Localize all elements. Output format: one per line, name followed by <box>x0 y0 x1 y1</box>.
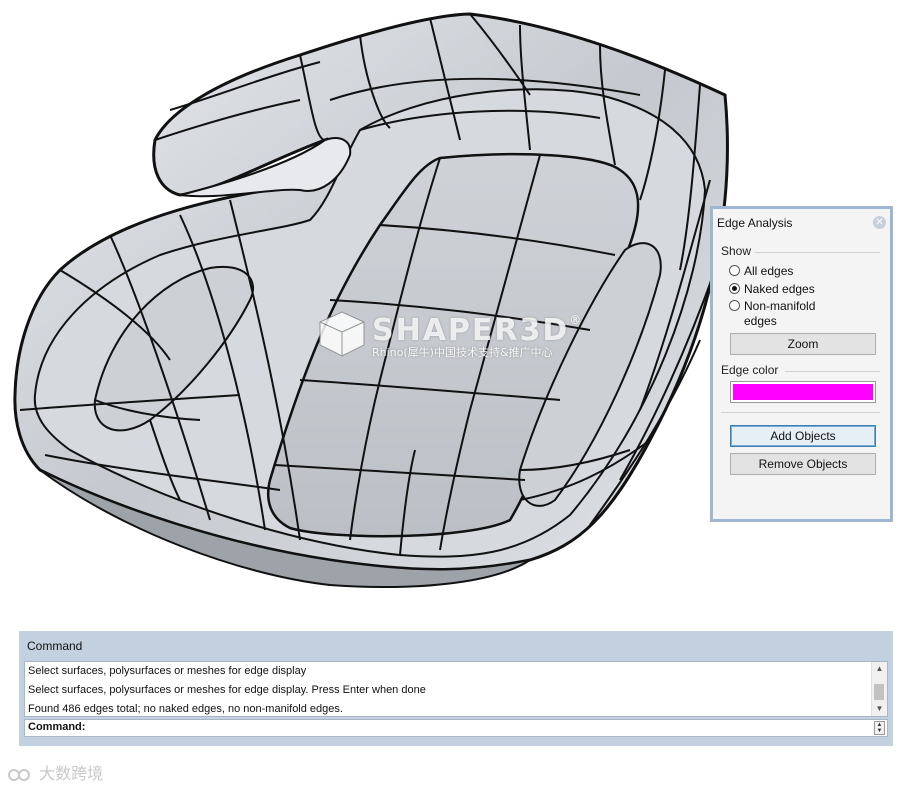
command-history[interactable]: Select surfaces, polysurfaces or meshes … <box>24 661 888 717</box>
command-input[interactable]: Command: ▲ ▼ <box>24 719 888 737</box>
edge-analysis-body: Edge Analysis ✕ Show All edges Naked edg… <box>713 209 890 519</box>
command-history-line: Select surfaces, polysurfaces or meshes … <box>28 665 307 677</box>
radio-label: Non-manifold <box>744 299 816 313</box>
corner-watermark: 大数跨境 <box>8 760 103 784</box>
scroll-thumb[interactable] <box>874 684 884 700</box>
show-group-divider <box>755 252 880 253</box>
scroll-up-icon[interactable]: ▲ <box>872 662 887 676</box>
panel-title: Edge Analysis <box>717 216 793 230</box>
close-icon[interactable]: ✕ <box>873 216 886 229</box>
scroll-down-icon[interactable]: ▼ <box>872 702 887 716</box>
edge-analysis-panel: Edge Analysis ✕ Show All edges Naked edg… <box>710 206 893 522</box>
command-prompt: Command: <box>28 721 86 733</box>
section-divider <box>721 412 880 413</box>
watermark-text: SHAPER3D® <box>372 313 584 348</box>
radio-button-icon[interactable] <box>729 265 740 276</box>
command-history-scrollbar[interactable]: ▲ ▼ <box>871 662 887 716</box>
radio-label: All edges <box>744 264 794 278</box>
watermark-subtitle: Rhino(犀牛)中国技术支持&推广中心 <box>372 346 553 359</box>
edge-color-divider <box>785 371 880 372</box>
command-history-line: Select surfaces, polysurfaces or meshes … <box>28 684 426 696</box>
brand-logo-icon <box>8 768 30 781</box>
command-history-line: Found 486 edges total; no naked edges, n… <box>28 703 343 715</box>
command-panel-title: Command <box>27 639 83 653</box>
command-panel: Command Select surfaces, polysurfaces or… <box>19 631 893 746</box>
remove-objects-button[interactable]: Remove Objects <box>730 453 876 475</box>
command-spinner-icon[interactable]: ▲ ▼ <box>874 721 885 735</box>
radio-label-continued: edges <box>744 314 777 328</box>
show-group-label: Show <box>721 244 752 258</box>
edge-color-picker[interactable] <box>730 381 876 403</box>
edge-color-swatch[interactable] <box>733 384 873 400</box>
radio-button-icon[interactable] <box>729 300 740 311</box>
radio-button-checked-icon[interactable] <box>729 283 740 294</box>
zoom-button[interactable]: Zoom <box>730 333 876 355</box>
corner-watermark-text: 大数跨境 <box>39 764 104 783</box>
add-objects-button[interactable]: Add Objects <box>730 425 876 447</box>
radio-label: Naked edges <box>744 282 815 296</box>
edge-color-group-label: Edge color <box>721 363 779 377</box>
